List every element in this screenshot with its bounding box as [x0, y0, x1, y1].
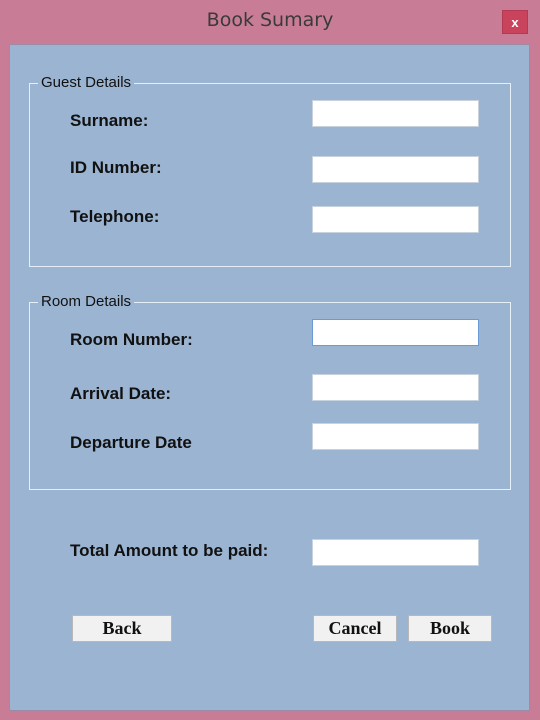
form-area: Guest Details Surname: ID Number: Teleph…	[9, 44, 530, 711]
id-number-field[interactable]	[312, 156, 479, 183]
title-bar[interactable]: Book Sumary x	[0, 0, 540, 44]
room-number-field[interactable]	[312, 319, 479, 346]
departure-date-label: Departure Date	[70, 433, 192, 452]
surname-label: Surname:	[70, 111, 149, 130]
surname-field[interactable]	[312, 100, 479, 127]
telephone-field[interactable]	[312, 206, 479, 233]
back-button[interactable]: Back	[72, 615, 172, 642]
room-number-label: Room Number:	[70, 330, 193, 349]
arrival-date-label: Arrival Date:	[70, 384, 172, 403]
departure-date-field[interactable]	[312, 423, 479, 450]
total-amount-field[interactable]	[312, 539, 479, 566]
close-button[interactable]: x	[502, 10, 528, 34]
close-icon: x	[511, 15, 519, 30]
window-title: Book Sumary	[206, 9, 334, 31]
book-summary-window: Book Sumary x Guest Details Surname: ID …	[0, 0, 540, 720]
arrival-date-field[interactable]	[312, 374, 479, 401]
book-button[interactable]: Book	[408, 615, 492, 642]
telephone-label: Telephone:	[70, 207, 160, 226]
total-amount-label: Total Amount to be paid:	[70, 541, 269, 560]
cancel-button[interactable]: Cancel	[313, 615, 397, 642]
room-details-legend: Room Details	[38, 293, 135, 311]
id-number-label: ID Number:	[70, 158, 162, 177]
guest-details-legend: Guest Details	[38, 74, 135, 92]
